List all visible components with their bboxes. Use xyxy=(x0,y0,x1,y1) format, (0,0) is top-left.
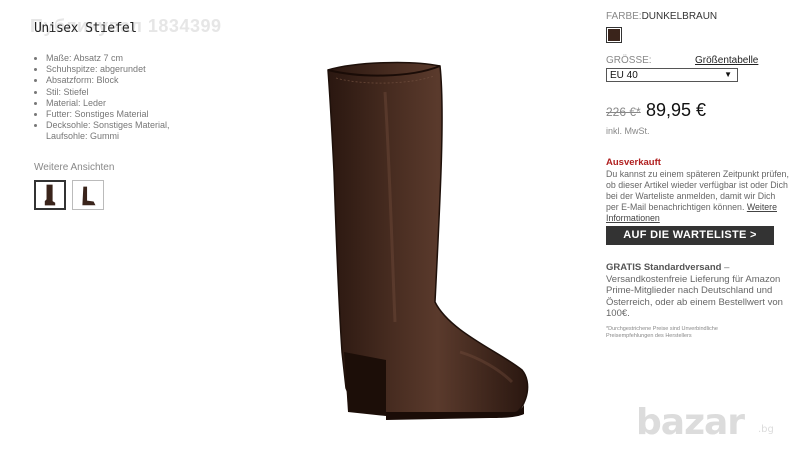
color-value: DUNKELBRAUN xyxy=(641,11,718,22)
attribute-item: Material: Leder xyxy=(46,98,206,109)
product-image[interactable] xyxy=(300,52,540,432)
attribute-item: Maße: Absatz 7 cm xyxy=(46,53,206,64)
size-label: GRÖSSE: xyxy=(606,55,652,66)
site-logo-suffix: .bg xyxy=(758,424,774,435)
attribute-item: Absatzform: Block xyxy=(46,75,206,86)
price-footnote: *Durchgestrichene Preise sind Unverbindl… xyxy=(606,326,718,339)
availability-status: Ausverkauft xyxy=(606,157,661,168)
more-views-label: Weitere Ansichten xyxy=(34,162,115,173)
tax-note: inkl. MwSt. xyxy=(606,126,650,136)
old-price: 226 €* xyxy=(606,105,641,119)
shipping-title: GRATIS Standardversand xyxy=(606,262,722,273)
attribute-item: Decksohle: Sonstiges Material, Laufsohle… xyxy=(46,120,206,142)
thumbnail-angled-view[interactable] xyxy=(72,180,104,210)
current-price: 89,95 € xyxy=(646,100,707,120)
boot-angled-thumbnail-icon xyxy=(82,186,96,206)
color-swatch-fill xyxy=(608,29,620,41)
dropdown-arrow-icon: ▼ xyxy=(724,70,732,79)
boot-image xyxy=(327,61,529,420)
color-label: FARBE:DUNKELBRAUN xyxy=(606,11,717,22)
size-selected-value: EU 40 xyxy=(610,70,638,81)
thumbnail-side-view[interactable] xyxy=(34,180,66,210)
attribute-item: Schuhspitze: abgerundet xyxy=(46,64,206,75)
boot-side-thumbnail-icon xyxy=(44,184,56,206)
availability-text: Du kannst zu einem späteren Zeitpunkt pr… xyxy=(606,169,790,224)
attribute-list: Maße: Absatz 7 cm Schuhspitze: abgerunde… xyxy=(34,53,206,143)
size-chart-link[interactable]: Größentabelle xyxy=(695,55,758,66)
waitlist-button[interactable]: AUF DIE WARTELISTE > xyxy=(606,226,774,245)
attribute-item: Stil: Stiefel xyxy=(46,87,206,98)
site-logo: bazar xyxy=(636,402,745,443)
product-title: Unisex Stiefel xyxy=(34,21,137,36)
color-swatch[interactable] xyxy=(606,27,622,43)
size-select[interactable]: EU 40 ▼ xyxy=(606,68,738,82)
shipping-info: GRATIS Standardversand – Versandkostenfr… xyxy=(606,262,792,320)
color-label-text: FARBE: xyxy=(606,11,642,22)
attribute-item: Futter: Sonstiges Material xyxy=(46,109,206,120)
